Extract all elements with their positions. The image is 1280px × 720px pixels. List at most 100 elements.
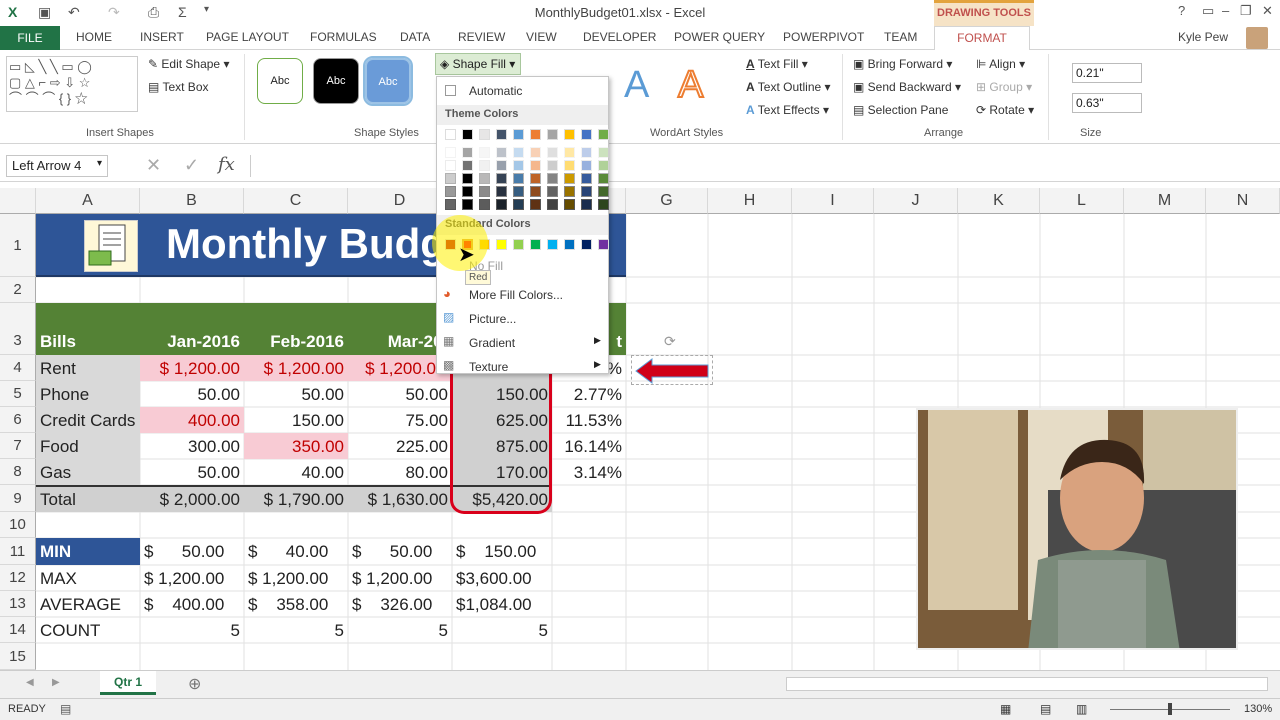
help-icon[interactable]: ? <box>1178 3 1185 18</box>
page-layout-view-icon[interactable]: ▤ <box>1040 702 1051 716</box>
theme-shade-swatch[interactable] <box>547 147 558 158</box>
theme-color-swatch[interactable] <box>598 129 609 140</box>
theme-color-swatch[interactable] <box>445 129 456 140</box>
theme-shade-swatch[interactable] <box>445 186 456 197</box>
tab-page-layout[interactable]: PAGE LAYOUT <box>206 30 289 44</box>
theme-shade-swatch[interactable] <box>445 160 456 171</box>
theme-shade-swatch[interactable] <box>462 199 473 210</box>
cell-d9[interactable]: $ 1,630.00 <box>348 487 452 512</box>
page-break-view-icon[interactable]: ▥ <box>1076 702 1087 716</box>
theme-shade-swatch[interactable] <box>598 186 609 197</box>
cell-d7[interactable]: 225.00 <box>348 434 452 459</box>
cancel-icon[interactable]: ✕ <box>146 155 161 176</box>
row-header-3[interactable]: 3 <box>0 303 36 355</box>
col-header-a[interactable]: A <box>36 188 140 214</box>
theme-shade-swatch[interactable] <box>496 199 507 210</box>
tab-formulas[interactable]: FORMULAS <box>310 30 377 44</box>
theme-shade-swatch[interactable] <box>445 199 456 210</box>
style-black-button[interactable]: Abc <box>313 58 359 104</box>
theme-shade-swatch[interactable] <box>445 147 456 158</box>
row-header-4[interactable]: 4 <box>0 355 36 381</box>
tab-home[interactable]: HOME <box>76 30 112 44</box>
cell-e12[interactable]: $3,600.00 <box>452 566 552 591</box>
col-header-j[interactable]: J <box>874 188 958 214</box>
theme-color-swatch[interactable] <box>581 129 592 140</box>
cell-c9[interactable]: $ 1,790.00 <box>244 487 348 512</box>
col-header-g[interactable]: G <box>626 188 708 214</box>
zoom-slider-thumb[interactable] <box>1168 703 1172 715</box>
prev-sheet-icon[interactable]: ◀ <box>26 677 34 688</box>
theme-shade-swatch[interactable] <box>479 199 490 210</box>
cell-b9[interactable]: $ 2,000.00 <box>140 487 244 512</box>
theme-shade-swatch[interactable] <box>462 186 473 197</box>
tab-file[interactable]: FILE <box>0 26 60 50</box>
standard-color-swatch[interactable] <box>530 239 541 250</box>
cell-c4[interactable]: $ 1,200.00 <box>244 356 348 381</box>
theme-shade-swatch[interactable] <box>496 160 507 171</box>
shape-fill-button[interactable]: ◈ Shape Fill ▾ <box>435 53 521 75</box>
user-name[interactable]: Kyle Pew <box>1178 30 1228 44</box>
row-header-11[interactable]: 11 <box>0 538 36 565</box>
cell-a5[interactable]: Phone <box>36 382 140 407</box>
row-header-7[interactable]: 7 <box>0 433 36 459</box>
col-header-k[interactable]: K <box>958 188 1040 214</box>
cell-f5[interactable]: 2.77% <box>552 382 626 407</box>
theme-shade-swatch[interactable] <box>598 199 609 210</box>
height-input[interactable]: 0.21" <box>1072 63 1142 83</box>
cell-a12[interactable]: MAX <box>36 566 140 591</box>
row-header-13[interactable]: 13 <box>0 591 36 617</box>
cell-a7[interactable]: Food <box>36 434 140 459</box>
cell-c13[interactable]: $ 358.00 <box>244 592 348 617</box>
ribbon-display-icon[interactable]: ▭ <box>1202 3 1214 19</box>
text-outline-button[interactable]: A Text Outline ▾ <box>746 80 831 94</box>
row-header-2[interactable]: 2 <box>0 277 36 303</box>
theme-shade-swatch[interactable] <box>479 186 490 197</box>
enter-icon[interactable]: ✓ <box>184 155 199 176</box>
theme-shade-swatch[interactable] <box>479 173 490 184</box>
theme-shade-swatch[interactable] <box>564 186 575 197</box>
normal-view-icon[interactable]: ▦ <box>1000 702 1011 716</box>
standard-color-swatch[interactable] <box>513 239 524 250</box>
cell-d6[interactable]: 75.00 <box>348 408 452 433</box>
function-icon[interactable]: fx <box>218 154 235 175</box>
tab-format[interactable]: FORMAT <box>934 26 1030 51</box>
name-box[interactable]: Left Arrow 4 ▾ <box>6 155 108 177</box>
avatar[interactable] <box>1246 27 1268 49</box>
tab-powerpivot[interactable]: POWERPIVOT <box>783 30 864 44</box>
theme-shade-swatch[interactable] <box>564 147 575 158</box>
undo-icon[interactable]: ↶ <box>68 4 80 21</box>
align-button[interactable]: ⊫ Align ▾ <box>976 57 1025 71</box>
cell-d12[interactable]: $ 1,200.00 <box>348 566 452 591</box>
theme-color-swatch[interactable] <box>496 129 507 140</box>
gradient-option[interactable]: ▦ Gradient ▶ <box>437 331 608 353</box>
formula-input[interactable] <box>250 155 1260 177</box>
theme-shade-swatch[interactable] <box>598 173 609 184</box>
theme-shade-swatch[interactable] <box>598 160 609 171</box>
theme-shade-swatch[interactable] <box>530 160 541 171</box>
theme-shade-swatch[interactable] <box>547 160 558 171</box>
theme-color-swatch[interactable] <box>530 129 541 140</box>
cell-b14[interactable]: 5 <box>140 618 244 643</box>
style-white-button[interactable]: Abc <box>257 58 303 104</box>
row-header-6[interactable]: 6 <box>0 407 36 433</box>
theme-shade-swatch[interactable] <box>479 160 490 171</box>
theme-shade-swatch[interactable] <box>564 173 575 184</box>
standard-color-swatch[interactable] <box>564 239 575 250</box>
edit-shape-button[interactable]: ✎ Edit Shape ▾ <box>148 57 229 71</box>
theme-shade-swatch[interactable] <box>564 199 575 210</box>
cell-c7[interactable]: 350.00 <box>244 434 348 459</box>
text-effects-button[interactable]: A Text Effects ▾ <box>746 103 829 117</box>
cell-a11[interactable]: MIN <box>36 539 140 564</box>
more-fill-colors-option[interactable]: ◕ More Fill Colors... <box>437 283 608 305</box>
standard-color-swatch[interactable] <box>547 239 558 250</box>
tab-power-query[interactable]: POWER QUERY <box>674 30 765 44</box>
save-icon[interactable]: ▣ <box>38 4 51 21</box>
texture-option[interactable]: ▩ Texture ▶ <box>437 355 608 377</box>
cell-e14[interactable]: 5 <box>452 618 552 643</box>
cell-d8[interactable]: 80.00 <box>348 460 452 485</box>
header-jan[interactable]: Jan-2016 <box>140 329 244 354</box>
close-icon[interactable]: ✕ <box>1262 3 1273 19</box>
theme-shade-swatch[interactable] <box>513 173 524 184</box>
cell-a14[interactable]: COUNT <box>36 618 140 643</box>
theme-shade-swatch[interactable] <box>530 147 541 158</box>
